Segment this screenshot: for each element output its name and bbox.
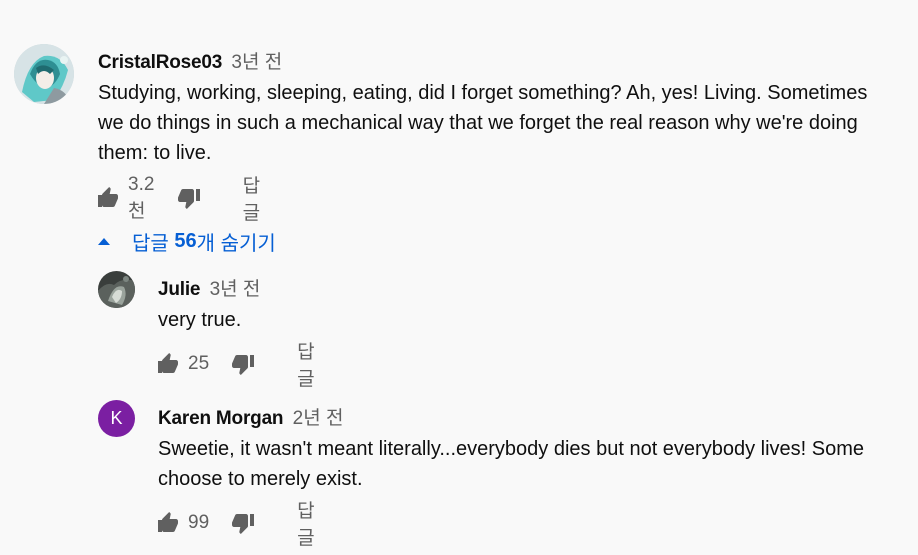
- comment-actions: 3.2천 답글: [96, 174, 264, 224]
- avatar[interactable]: K: [98, 400, 135, 437]
- hide-replies-button[interactable]: 답글 56 개 숨기기: [94, 226, 276, 256]
- reply-text-line: choose to merely exist.: [158, 468, 363, 490]
- comment-text-line: Studying, working, sleeping, eating, did…: [98, 82, 868, 104]
- comment-text-line: we do things in such a mechanical way th…: [98, 112, 858, 134]
- hide-replies-prefix: 답글: [132, 232, 175, 255]
- reply-text: Sweetie, it wasn't meant literally...eve…: [158, 434, 898, 494]
- reply-count: 56: [174, 229, 197, 252]
- dislike-button[interactable]: [177, 185, 201, 211]
- avatar-anime-image: [14, 44, 74, 104]
- thumbs-down-icon: [177, 189, 200, 209]
- comment-author[interactable]: CristalRose03: [98, 52, 222, 73]
- reply-button[interactable]: 답글: [297, 337, 318, 391]
- caret-up-icon: [94, 231, 114, 251]
- thumbs-down-icon: [232, 355, 255, 375]
- reply-actions: 25 답글: [156, 342, 319, 390]
- avatar[interactable]: [14, 44, 74, 104]
- like-button[interactable]: [156, 351, 180, 377]
- dislike-button[interactable]: [231, 351, 255, 377]
- reply-button[interactable]: 답글: [297, 496, 318, 550]
- comment-text-line: them: to live.: [98, 142, 212, 164]
- reply-author[interactable]: Julie: [158, 279, 201, 300]
- comment-timestamp[interactable]: 3년 전: [231, 52, 282, 73]
- reply-text: very true.: [158, 305, 898, 335]
- reply-timestamp[interactable]: 3년 전: [210, 279, 261, 300]
- comment-text: Studying, working, sleeping, eating, did…: [98, 78, 898, 168]
- reply-text-line: very true.: [158, 309, 242, 331]
- like-count: 25: [188, 353, 210, 374]
- reply-actions: 99 답글: [156, 501, 319, 549]
- avatar[interactable]: [98, 271, 135, 308]
- avatar-photo-image: [98, 271, 135, 308]
- like-count: 99: [188, 512, 210, 533]
- reply-button[interactable]: 답글: [243, 171, 264, 225]
- dislike-button[interactable]: [231, 510, 255, 536]
- hide-replies-suffix: 개 숨기기: [196, 232, 276, 255]
- avatar-letter: K: [110, 408, 123, 428]
- like-button[interactable]: [96, 185, 120, 211]
- like-button[interactable]: [156, 510, 180, 536]
- reply-timestamp[interactable]: 2년 전: [293, 408, 344, 429]
- reply-text-line: Sweetie, it wasn't meant literally...eve…: [158, 438, 865, 460]
- reply-author[interactable]: Karen Morgan: [158, 408, 284, 429]
- like-count: 3.2천: [128, 173, 155, 222]
- thumbs-up-icon: [98, 187, 118, 207]
- thumbs-down-icon: [232, 514, 255, 534]
- thumbs-up-icon: [158, 353, 178, 373]
- thumbs-up-icon: [158, 512, 178, 532]
